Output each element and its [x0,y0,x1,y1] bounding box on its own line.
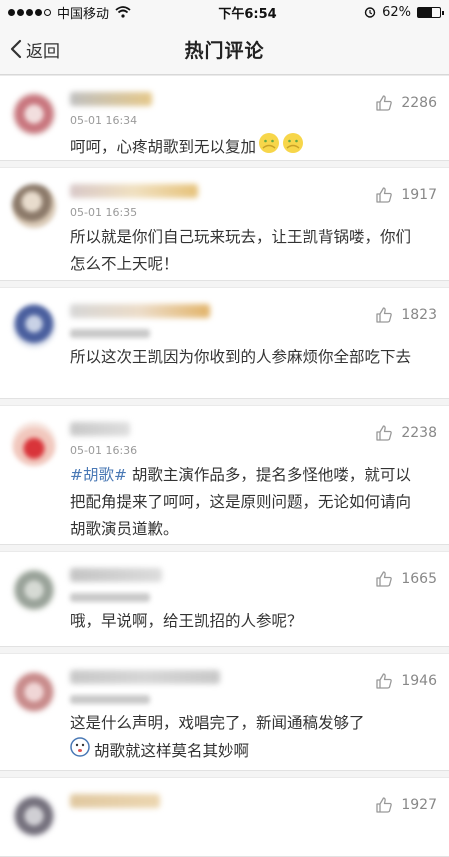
like-count: 1917 [401,187,437,203]
battery-percent: 62% [382,4,411,20]
like-count: 1946 [401,673,437,689]
alarm-icon [364,7,376,18]
avatar[interactable] [12,184,56,228]
comment-text: 所以就是你们自己玩来玩去，让王凯背锅喽，你们怎么不上天呢！ [70,228,412,273]
avatar[interactable] [12,670,56,714]
back-button[interactable]: 返回 [10,24,60,74]
like-button[interactable]: 1946 [375,672,437,690]
avatar[interactable] [12,304,56,348]
comment-time [70,695,150,704]
emoji-icon [70,737,90,766]
comment-item: 05-01 16:36 2238 #胡歌# 胡歌主演作品多，提名多怪他喽，就可以… [0,405,449,545]
thumbs-up-icon [376,187,393,203]
emoji-icon [282,132,304,163]
like-button[interactable]: 2238 [375,424,437,442]
thumbs-up-icon [376,95,393,111]
comment-item: 05-01 16:34 2286 呵呵，心疼胡歌到无以复加 [0,75,449,161]
username[interactable] [70,92,152,106]
username[interactable] [70,670,220,684]
avatar[interactable] [12,794,56,838]
avatar[interactable] [12,568,56,612]
battery-icon [416,6,444,18]
back-label: 返回 [26,41,60,62]
comment-text: 哦，早说啊，给王凯招的人参呢？ [70,612,303,630]
avatar[interactable] [12,422,56,466]
thumbs-up-icon [376,425,393,441]
comment-text: 呵呵，心疼胡歌到无以复加 [70,132,437,163]
signal-icon [8,8,51,16]
comment-item: 05-01 16:35 1917 所以就是你们自己玩来玩去，让王凯背锅喽，你们怎… [0,167,449,281]
comment-time: 05-01 16:36 [70,444,138,457]
like-button[interactable]: 1823 [375,306,437,324]
comment-text-content: 胡歌就这样莫名其妙啊 [94,742,250,760]
wifi-icon [115,6,131,18]
like-count: 1823 [401,307,437,323]
comment-text-line-2: 胡歌就这样莫名其妙啊 [70,737,423,766]
comment-time [70,329,150,338]
username[interactable] [70,794,160,808]
comment-text-content: 呵呵，心疼胡歌到无以复加 [70,138,257,156]
username[interactable] [70,304,210,318]
comment-time: 05-01 16:34 [70,114,138,127]
avatar[interactable] [12,92,56,136]
username[interactable] [70,568,162,582]
emoji-icon [258,132,280,163]
carrier-label: 中国移动 [57,6,110,22]
username[interactable] [70,184,198,198]
comment-text: 这是什么声明，戏唱完了，新闻通稿发够了 胡歌就这样莫名其妙啊 [70,710,437,766]
thumbs-up-icon [376,797,393,813]
like-count: 1665 [401,571,437,587]
status-bar: 中国移动 下午6:54 62% [0,0,449,24]
like-button[interactable]: 1917 [375,186,437,204]
clock: 下午6:54 [218,6,277,22]
like-count: 1927 [401,797,437,813]
like-button[interactable]: 2286 [375,94,437,112]
thumbs-up-icon [376,571,393,587]
comment-item: 1946 这是什么声明，戏唱完了，新闻通稿发够了 胡歌就这样莫名其妙啊 [0,653,449,771]
thumbs-up-icon [376,673,393,689]
comment-item: 1665 哦，早说啊，给王凯招的人参呢？ [0,551,449,647]
comment-time: 05-01 16:35 [70,206,138,219]
chevron-left-icon [10,39,22,59]
like-button[interactable]: 1927 [375,796,437,814]
like-count: 2238 [401,425,437,441]
comment-time [70,593,150,602]
comment-text-line: 这是什么声明，戏唱完了，新闻通稿发够了 [70,714,365,732]
comment-text: #胡歌# 胡歌主演作品多，提名多怪他喽，就可以把配角提来了呵呵，这是原则问题，无… [70,462,437,543]
thumbs-up-icon [376,307,393,323]
comment-text: 所以这次王凯因为你收到的人参麻烦你全部吃下去 [70,348,412,366]
comment-item: 1823 所以这次王凯因为你收到的人参麻烦你全部吃下去 [0,287,449,399]
hashtag-link[interactable]: #胡歌# [70,466,127,484]
page-title: 热门评论 [184,39,265,62]
like-button[interactable]: 1665 [375,570,437,588]
username[interactable] [70,422,130,436]
like-count: 2286 [401,95,437,111]
nav-bar: 返回 热门评论 [0,24,449,75]
comment-item: 1927 [0,777,449,857]
